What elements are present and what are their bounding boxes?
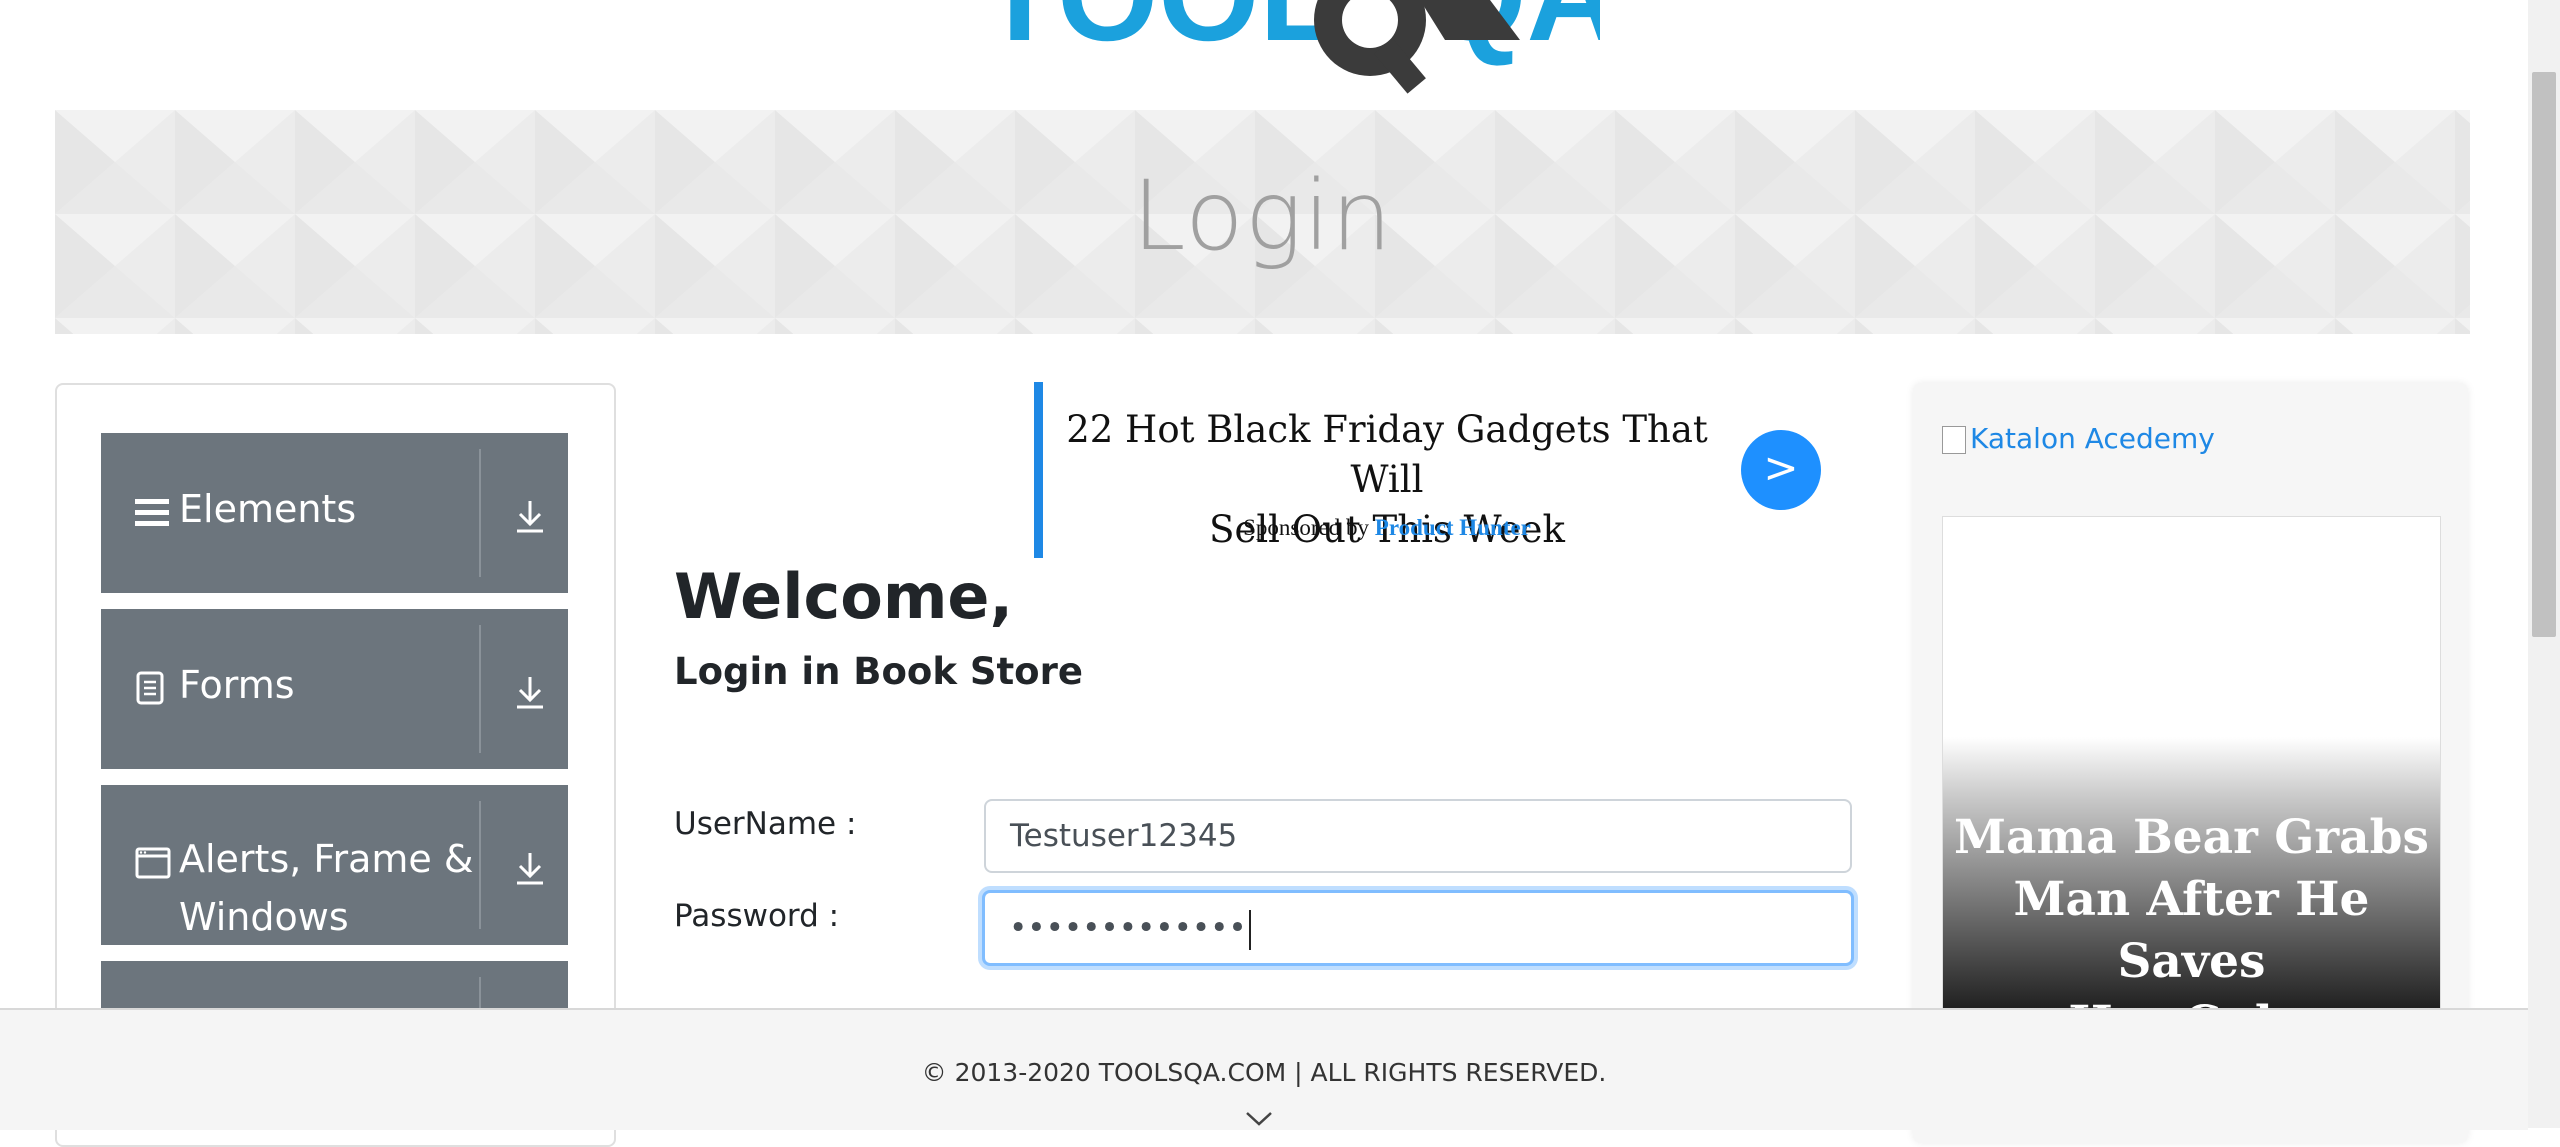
- menu-divider: [479, 449, 481, 577]
- chevron-down-icon[interactable]: [1244, 1110, 1274, 1132]
- footer: © 2013-2020 TOOLSQA.COM | ALL RIGHTS RES…: [0, 1008, 2528, 1130]
- toolsqa-logo[interactable]: TOOLSQA: [960, 0, 1620, 95]
- promo-headline: Mama Bear Grabs Man After He Saves Her C…: [1943, 807, 2440, 1017]
- ad-next-button[interactable]: >: [1741, 430, 1821, 510]
- password-value: •••••••••••••: [1009, 910, 1247, 946]
- download-icon[interactable]: [509, 495, 551, 537]
- password-input[interactable]: •••••••••••••: [982, 890, 1854, 966]
- menu-group-forms[interactable]: Forms: [101, 609, 568, 769]
- menu-group-alerts[interactable]: Alerts, Frame & Windows: [101, 785, 568, 945]
- ad-accent-bar: [1034, 382, 1043, 558]
- menu-label-elements: Elements: [179, 487, 357, 531]
- menu-group-elements[interactable]: Elements: [101, 433, 568, 593]
- page-title: Login: [1132, 160, 1393, 272]
- ad-sponsor-link[interactable]: Product Hunter: [1375, 515, 1531, 540]
- ad-sponsored-prefix: Sponsored by: [1243, 515, 1370, 540]
- bars-icon: [135, 495, 171, 535]
- password-label: Password :: [674, 898, 840, 934]
- download-icon[interactable]: [509, 847, 551, 889]
- katalon-ad-alt: Katalon Acedemy: [1970, 422, 2215, 455]
- promo-card[interactable]: Mama Bear Grabs Man After He Saves Her C…: [1942, 516, 2441, 1018]
- window-icon: [135, 847, 171, 883]
- document-icon: [135, 671, 165, 709]
- menu-label-forms: Forms: [179, 663, 295, 707]
- download-icon[interactable]: [509, 671, 551, 713]
- username-input[interactable]: Testuser12345: [984, 799, 1852, 873]
- menu-label-alerts-line2: Windows: [179, 895, 349, 939]
- scrollbar-thumb[interactable]: [2532, 72, 2556, 637]
- username-value: Testuser12345: [1010, 818, 1238, 854]
- welcome-heading: Welcome,: [674, 560, 1014, 633]
- promo-line2: Man After He Saves: [2013, 872, 2370, 989]
- page-banner: Login: [55, 110, 2470, 334]
- katalon-ad-link[interactable]: Katalon Acedemy: [1942, 422, 2215, 455]
- menu-divider: [479, 625, 481, 753]
- footer-copyright: © 2013-2020 TOOLSQA.COM | ALL RIGHTS RES…: [921, 1058, 1607, 1087]
- login-subheading: Login in Book Store: [674, 650, 1083, 693]
- promo-line1: Mama Bear Grabs: [1954, 810, 2429, 865]
- broken-image-icon: [1942, 426, 1966, 454]
- ad-sponsor: Sponsored by Product Hunter: [1060, 515, 1714, 541]
- username-label: UserName :: [674, 806, 857, 842]
- text-caret: [1248, 909, 1251, 950]
- menu-label-alerts: Alerts, Frame &: [179, 837, 474, 881]
- ad-headline-line1: 22 Hot Black Friday Gadgets That Will: [1066, 408, 1708, 501]
- menu-divider: [479, 801, 481, 929]
